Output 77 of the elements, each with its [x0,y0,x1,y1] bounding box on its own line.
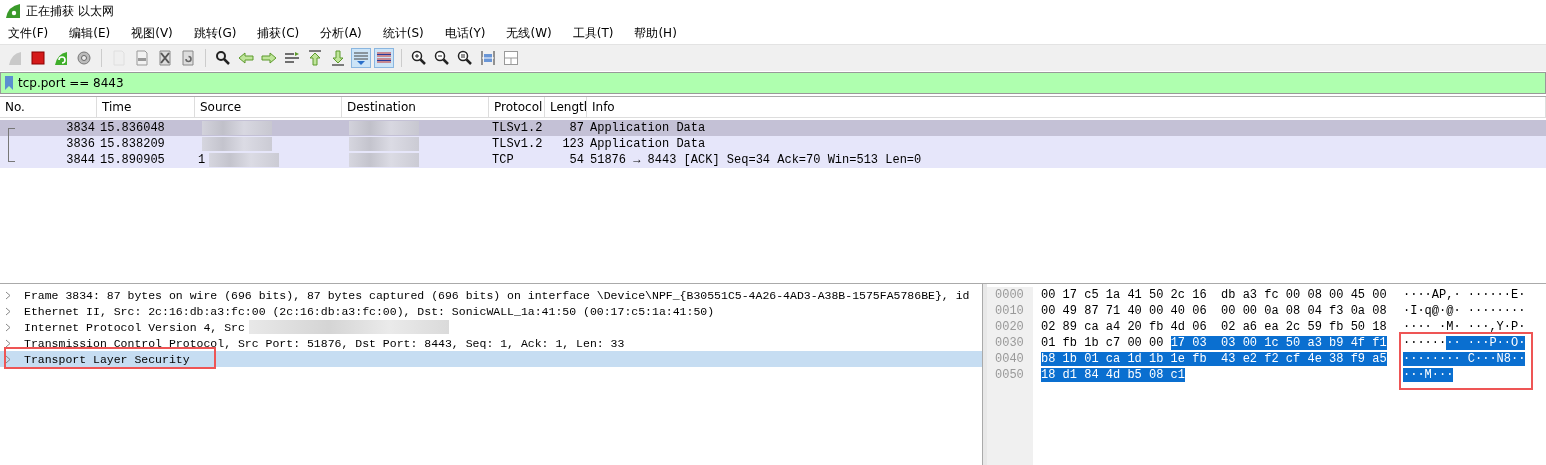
menu-item[interactable]: 视图(V) [125,24,179,42]
display-filter-bar[interactable]: tcp.port == 8443 [0,72,1546,94]
hex-bytes: 00 17 c5 1a 41 50 2c 16 db a3 fc 00 08 00 45 00 [1041,288,1387,302]
packet-row[interactable]: 3836 15.838209 TLSv1.2 123 Application Data [0,136,1546,152]
tree-item-text: Ethernet II, Src: 2c:16:db:a3:fc:00 (2c:16:db:a3:fc:00), Dst: SonicWALL_1a:41:50 (00:17:c5:1a:41:50) [24,304,715,318]
table-cell: Application Data [590,137,706,151]
table-cell: 87 [569,121,584,135]
colored-lines-icon[interactable] [374,48,394,68]
layout-icon[interactable] [501,48,521,68]
column-header[interactable]: Lengtl [545,97,587,117]
tree-item-text: Transmission Control Protocol, Src Port: 51876, Dst Port: 8443, Seq: 1, Ack: 1, Len: 33 [24,336,625,350]
tree-item-text: Internet Protocol Version 4, Src [24,320,245,334]
tree-item[interactable]: Frame 3834: 87 bytes on wire (696 bits), 87 bytes captured (696 bits) on interface \Device\NPF_{B30551C5-4A26-4AD3-A38B-1575FA5786BE}, id [0,287,982,303]
table-cell: 15.838209 [100,137,165,151]
table-cell: 51876 → 8443 [ACK] Seq=34 Ack=70 Win=513 Len=0 [590,153,922,167]
table-cell: TLSv1.2 [492,137,543,151]
packet-number: 3844 [66,153,95,167]
table-cell: TLSv1.2 [492,121,543,135]
column-header[interactable]: Destination [342,97,489,117]
bookmark-icon[interactable] [4,75,14,91]
byte-offset: 0010 [995,303,1025,319]
table-cell: Application Data [590,121,706,135]
ascii-bytes: ···M··· [1403,368,1454,382]
column-header[interactable]: No. [0,97,97,117]
tree-item[interactable]: Transport Layer Security [0,351,982,367]
stop-icon[interactable] [28,48,48,68]
byte-offset: 0000 [995,287,1025,303]
menu-item[interactable]: 无线(W) [500,24,558,42]
ascii-bytes: ········ C···N8·· [1403,352,1526,366]
menu-item[interactable]: 文件(F) [2,24,55,42]
menu-item[interactable]: 分析(A) [314,24,368,42]
menu-item[interactable]: 跳转(G) [187,24,243,42]
autoscroll-icon[interactable] [351,48,371,68]
hex-bytes: 01 fb 1b c7 00 00 [1041,336,1165,350]
table-cell: 1 [198,153,206,167]
table-cell: 15.836048 [100,121,165,135]
table-cell: 123 [562,137,584,151]
byte-offset: 0020 [995,319,1025,335]
tree-item-text: Frame 3834: 87 bytes on wire (696 bits), 87 bytes captured (696 bits) on interface \Device\NPF_{B30551C5-4A26-4AD3-A38B-1575FA5786BE}, id [24,288,970,302]
hex-bytes: 02 89 ca a4 20 fb 4d 06 02 a6 ea 2c 59 fb 50 18 [1041,320,1387,334]
tree-item[interactable]: Internet Protocol Version 4, Src [0,319,982,335]
menu-item[interactable]: 统计(S) [376,24,430,42]
byte-offset: 0030 [995,335,1025,351]
ascii-bytes: ·· ···P··O· [1446,336,1526,350]
byte-offset: 0050 [995,367,1025,383]
table-cell: 15.890905 [100,153,165,167]
menu-item[interactable]: 工具(T) [566,24,620,42]
ascii-bytes: ···· ·M· ···,Y·P· [1403,320,1526,334]
tree-item-text: Transport Layer Security [24,352,190,366]
byte-offset: 0040 [995,351,1025,367]
column-header[interactable]: Source [195,97,342,117]
ascii-bytes: ······ [1403,336,1447,350]
column-header[interactable]: Protocol [489,97,545,117]
hex-bytes: 17 03 03 00 1c 50 a3 b9 4f f1 [1170,336,1387,350]
table-cell: 54 [569,153,584,167]
display-filter-field[interactable]: tcp.port == 8443 [18,76,1545,90]
menu-item[interactable]: 帮助(H) [628,24,683,42]
column-header[interactable]: Info [587,97,1546,117]
menu-item[interactable]: 编辑(E) [63,24,117,42]
table-cell: TCP [492,153,514,167]
app-icon [5,3,21,19]
hex-bytes: 00 49 87 71 40 00 40 06 00 00 0a 08 04 f3 0a 08 [1041,304,1387,318]
ascii-bytes: ····AP,· ······E· [1403,288,1526,302]
hex-bytes: 18 d1 84 4d b5 08 c1 [1041,368,1186,382]
settings-icon[interactable] [74,48,94,68]
packet-number: 3836 [66,137,95,151]
packet-number: 3834 [66,121,95,135]
tree-item[interactable]: Ethernet II, Src: 2c:16:db:a3:fc:00 (2c:16:db:a3:fc:00), Dst: SonicWALL_1a:41:50 (00:17:c5:1a:41:50) [0,303,982,319]
menu-item[interactable]: 电话(Y) [438,24,492,42]
ascii-bytes: ·I·q@·@· ········ [1403,304,1526,318]
column-header[interactable]: Time [97,97,195,117]
packet-row[interactable]: 3844 15.890905 1 TCP 54 51876 → 8443 [ACK] Seq=34 Ack=70 Win=513 Len=0 [0,152,1546,168]
packet-row[interactable]: 3834 15.836048 TLSv1.2 87 Application Data [0,120,1546,136]
tree-item[interactable]: Transmission Control Protocol, Src Port: 51876, Dst Port: 8443, Seq: 1, Ack: 1, Len: 33 [0,335,982,351]
hex-bytes: b8 1b 01 ca 1d 1b 1e fb 43 e2 f2 cf 4e 38 f9 a5 [1041,352,1387,366]
menu-item[interactable]: 捕获(C) [251,24,306,42]
window-title: 正在捕获 以太网 [26,2,114,20]
